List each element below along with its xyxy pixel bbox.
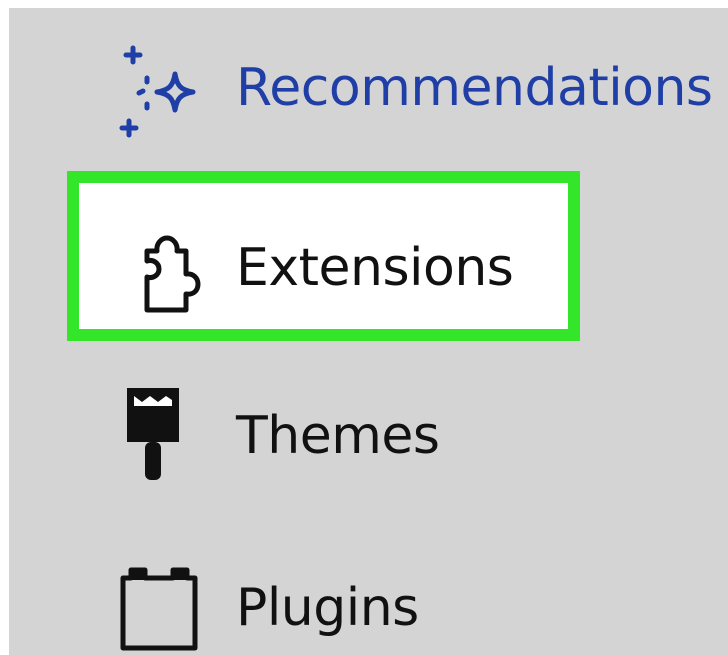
menu-item-themes[interactable]: Themes xyxy=(9,386,728,486)
puzzle-piece-icon xyxy=(127,218,211,318)
menu-item-extensions[interactable]: Extensions xyxy=(67,171,580,341)
themes-label: Themes xyxy=(236,406,440,466)
menu-item-recommendations[interactable]: Recommendations xyxy=(9,38,728,138)
sparkle-icon xyxy=(117,38,201,138)
menu-item-plugins[interactable]: Plugins xyxy=(9,558,728,655)
plugins-label: Plugins xyxy=(236,578,419,638)
paintbrush-icon xyxy=(117,386,201,486)
plugin-block-icon xyxy=(117,558,201,655)
addons-menu: Recommendations Extensions Themes Plugin… xyxy=(9,8,728,655)
recommendations-label: Recommendations xyxy=(236,58,713,118)
extensions-label: Extensions xyxy=(236,238,514,298)
